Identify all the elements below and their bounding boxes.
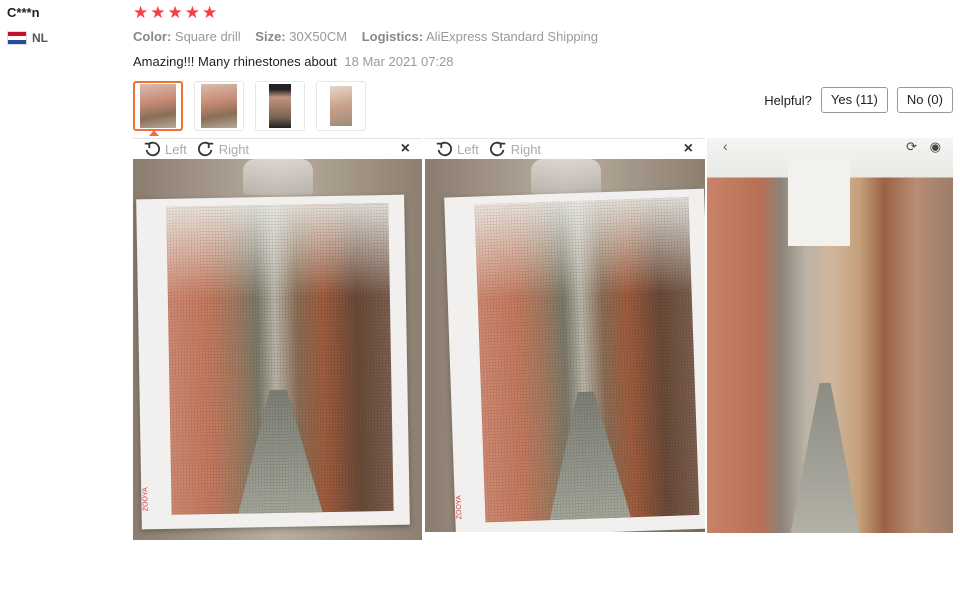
rotate-left-icon (144, 141, 160, 157)
eye-icon[interactable]: ◉ (930, 139, 941, 155)
rotate-right-label: Right (218, 141, 250, 157)
star-icon: ★ (167, 3, 183, 22)
viewer-toolbar: Left Right × (425, 138, 705, 159)
rotate-right-button[interactable]: Right (197, 140, 249, 158)
thumbnail-1[interactable] (133, 81, 183, 131)
thumbnail-2[interactable] (194, 81, 244, 131)
rotate-left-button[interactable]: Left (143, 140, 187, 158)
helpful-no-button[interactable]: No (0) (896, 87, 953, 113)
review-photo-2: ZOOYA (425, 159, 705, 532)
reviewer-country: NL (7, 31, 48, 45)
active-thumbnail-caret (149, 130, 159, 136)
image-viewer-1: Left Right × ZOOYA (133, 138, 422, 540)
back-arrow-icon[interactable]: ‹ (723, 138, 728, 154)
attr-logistics-key: Logistics: (361, 29, 424, 44)
country-code: NL (32, 31, 48, 45)
viewer-controls: ‹ ⟳ ◉ (707, 138, 953, 156)
review-date: 18 Mar 2021 07:28 (344, 54, 454, 69)
review-content: Amazing!!! Many rhinestones about 18 Mar… (133, 54, 454, 69)
helpful-section: Helpful? Yes (11) No (0) (764, 87, 953, 113)
brand-logo: ZOOYA (455, 495, 464, 520)
close-viewer-icon[interactable]: × (401, 140, 410, 158)
attr-size-value: 30X50CM (289, 29, 348, 44)
attr-size-key: Size: (255, 29, 286, 44)
reviewer-name: C***n (7, 5, 40, 20)
attr-color-key: Color: (133, 29, 172, 44)
rotate-right-button[interactable]: Right (489, 140, 541, 158)
rotate-right-icon (197, 141, 213, 157)
rotate-left-label: Left (457, 141, 479, 157)
rotate-left-label: Left (165, 141, 187, 157)
star-rating: ★ ★ ★ ★ ★ (133, 3, 217, 23)
thumbnail-4[interactable] (316, 81, 366, 131)
helpful-label: Helpful? (764, 92, 812, 108)
star-icon: ★ (184, 3, 200, 22)
review-photo-3: ‹ ⟳ ◉ (707, 138, 953, 533)
review-text: Amazing!!! Many rhinestones about (133, 54, 337, 69)
viewer-toolbar: Left Right × (133, 138, 422, 159)
review-photo-1: ZOOYA (133, 159, 422, 540)
star-icon: ★ (133, 3, 149, 22)
review-attributes: Color: Square drill Size: 30X50CM Logist… (133, 29, 609, 44)
helpful-yes-button[interactable]: Yes (11) (820, 87, 888, 113)
rotate-icon[interactable]: ⟳ (906, 139, 917, 155)
rotate-right-icon (489, 141, 505, 157)
review-thumbnails (133, 81, 366, 131)
image-viewer-3: ‹ ⟳ ◉ (707, 138, 953, 533)
thumbnail-3[interactable] (255, 81, 305, 131)
close-viewer-icon[interactable]: × (684, 140, 693, 158)
rotate-left-button[interactable]: Left (435, 140, 479, 158)
star-icon: ★ (202, 3, 218, 22)
rotate-left-icon (436, 141, 452, 157)
netherlands-flag-icon (7, 31, 27, 45)
image-viewer-2: Left Right × ZOOYA (425, 138, 705, 532)
attr-logistics-value: AliExpress Standard Shipping (426, 29, 599, 44)
star-icon: ★ (150, 3, 166, 22)
brand-logo: ZOOYA (142, 487, 150, 512)
attr-color-value: Square drill (174, 29, 241, 44)
rotate-right-label: Right (510, 141, 542, 157)
